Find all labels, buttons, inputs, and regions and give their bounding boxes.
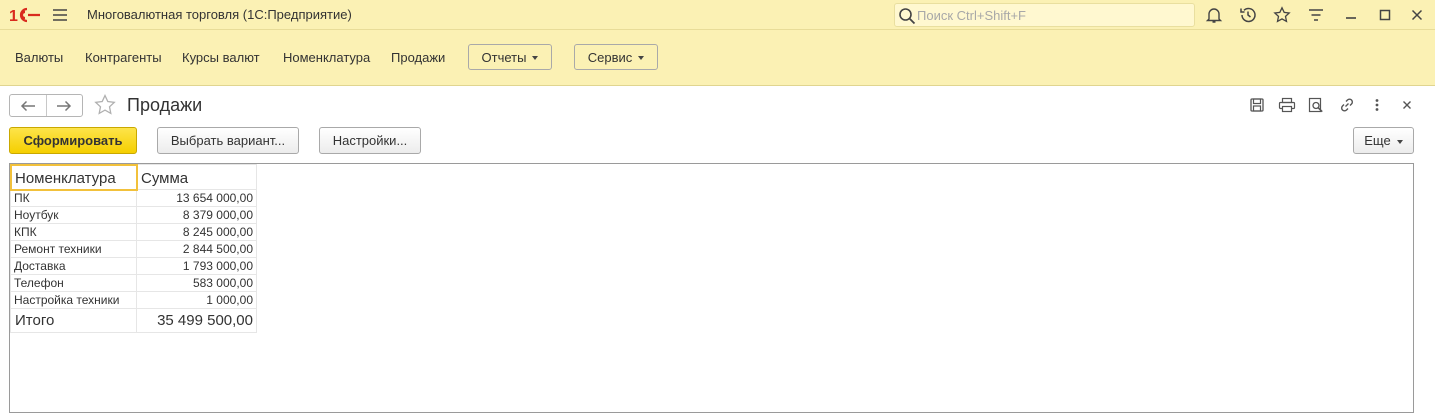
more-button[interactable]: Еще xyxy=(1353,127,1414,154)
back-button[interactable] xyxy=(10,95,46,116)
maximize-icon[interactable] xyxy=(1375,5,1395,25)
navigation-buttons xyxy=(9,94,83,117)
table-row: Ноутбук 8 379 000,00 xyxy=(10,206,257,224)
filter-icon[interactable] xyxy=(1306,5,1326,25)
settings-button[interactable]: Настройки... xyxy=(319,127,421,154)
cell-sum[interactable]: 1 793 000,00 xyxy=(136,257,257,275)
logo-1c-icon[interactable]: 1 xyxy=(9,6,41,24)
search-input[interactable] xyxy=(917,5,1187,25)
reports-menu-button[interactable]: Отчеты xyxy=(468,44,552,70)
cell-sum[interactable]: 2 844 500,00 xyxy=(136,240,257,258)
cell-name[interactable]: Ноутбук xyxy=(10,206,137,224)
table-row: Настройка техники 1 000,00 xyxy=(10,291,257,309)
back-arrow-icon xyxy=(20,100,35,111)
more-vertical-icon[interactable] xyxy=(1367,96,1387,114)
cell-name[interactable]: Ремонт техники xyxy=(10,240,137,258)
cell-sum[interactable]: 1 000,00 xyxy=(136,291,257,309)
section-counterparties[interactable]: Контрагенты xyxy=(85,50,162,65)
section-exchange-rates[interactable]: Курсы валют xyxy=(182,50,260,65)
section-currencies[interactable]: Валюты xyxy=(15,50,63,65)
reports-menu-label: Отчеты xyxy=(481,49,527,65)
table-row: КПК 8 245 000,00 xyxy=(10,223,257,241)
table-row: Доставка 1 793 000,00 xyxy=(10,257,257,275)
link-icon[interactable] xyxy=(1337,96,1357,114)
title-bar: 1 Многовалютная торговля (1С:Предприятие… xyxy=(0,0,1435,30)
table-row: ПК 13 654 000,00 xyxy=(10,189,257,207)
report-area[interactable]: Номенклатура Сумма ПК 13 654 000,00 Ноут… xyxy=(9,163,1414,413)
cell-sum[interactable]: 13 654 000,00 xyxy=(136,189,257,207)
star-icon[interactable] xyxy=(1272,5,1292,25)
history-icon[interactable] xyxy=(1238,5,1258,25)
section-panel: Валюты Контрагенты Курсы валют Номенклат… xyxy=(0,30,1435,86)
cell-sum[interactable]: 8 379 000,00 xyxy=(136,206,257,224)
chevron-down-icon xyxy=(1396,139,1403,144)
svg-text:1: 1 xyxy=(9,8,18,24)
cell-name[interactable]: Телефон xyxy=(10,274,137,292)
cell-name[interactable]: Доставка xyxy=(10,257,137,275)
chevron-down-icon xyxy=(638,56,645,60)
search-box[interactable] xyxy=(894,3,1195,27)
service-menu-label: Сервис xyxy=(587,49,633,65)
forward-button[interactable] xyxy=(46,95,82,116)
generate-button[interactable]: Сформировать xyxy=(9,127,137,154)
chevron-down-icon xyxy=(532,56,539,60)
menu-icon[interactable] xyxy=(52,8,68,22)
form-title: Продажи xyxy=(127,95,203,115)
preview-icon[interactable] xyxy=(1306,96,1326,114)
table-row: Телефон 583 000,00 xyxy=(10,274,257,292)
section-sales[interactable]: Продажи xyxy=(391,50,445,65)
choose-variant-button[interactable]: Выбрать вариант... xyxy=(157,127,299,154)
table-row: Ремонт техники 2 844 500,00 xyxy=(10,240,257,258)
cell-name[interactable]: ПК xyxy=(10,189,137,207)
report-table: Номенклатура Сумма ПК 13 654 000,00 Ноут… xyxy=(10,164,257,333)
section-nomenclature[interactable]: Номенклатура xyxy=(283,50,370,65)
save-icon[interactable] xyxy=(1247,96,1267,114)
total-sum[interactable]: 35 499 500,00 xyxy=(136,308,257,333)
table-total-row: Итого 35 499 500,00 xyxy=(10,308,257,333)
cell-sum[interactable]: 583 000,00 xyxy=(136,274,257,292)
favorite-star-icon[interactable] xyxy=(93,93,117,117)
header-sum[interactable]: Сумма xyxy=(136,164,257,190)
forward-arrow-icon xyxy=(57,100,72,111)
more-button-label: Еще xyxy=(1364,133,1391,148)
cell-name[interactable]: Настройка техники xyxy=(10,291,137,309)
total-label[interactable]: Итого xyxy=(10,308,137,333)
print-icon[interactable] xyxy=(1277,96,1297,114)
close-form-icon[interactable] xyxy=(1397,96,1417,114)
table-header-row: Номенклатура Сумма xyxy=(10,164,257,191)
close-window-icon[interactable] xyxy=(1407,5,1427,25)
cell-sum[interactable]: 8 245 000,00 xyxy=(136,223,257,241)
service-menu-button[interactable]: Сервис xyxy=(574,44,658,70)
cell-name[interactable]: КПК xyxy=(10,223,137,241)
minimize-icon[interactable] xyxy=(1341,5,1361,25)
bell-icon[interactable] xyxy=(1204,5,1224,25)
search-icon xyxy=(899,8,916,25)
app-title: Многовалютная торговля (1С:Предприятие) xyxy=(87,7,352,22)
header-nomenclature[interactable]: Номенклатура xyxy=(10,164,138,191)
